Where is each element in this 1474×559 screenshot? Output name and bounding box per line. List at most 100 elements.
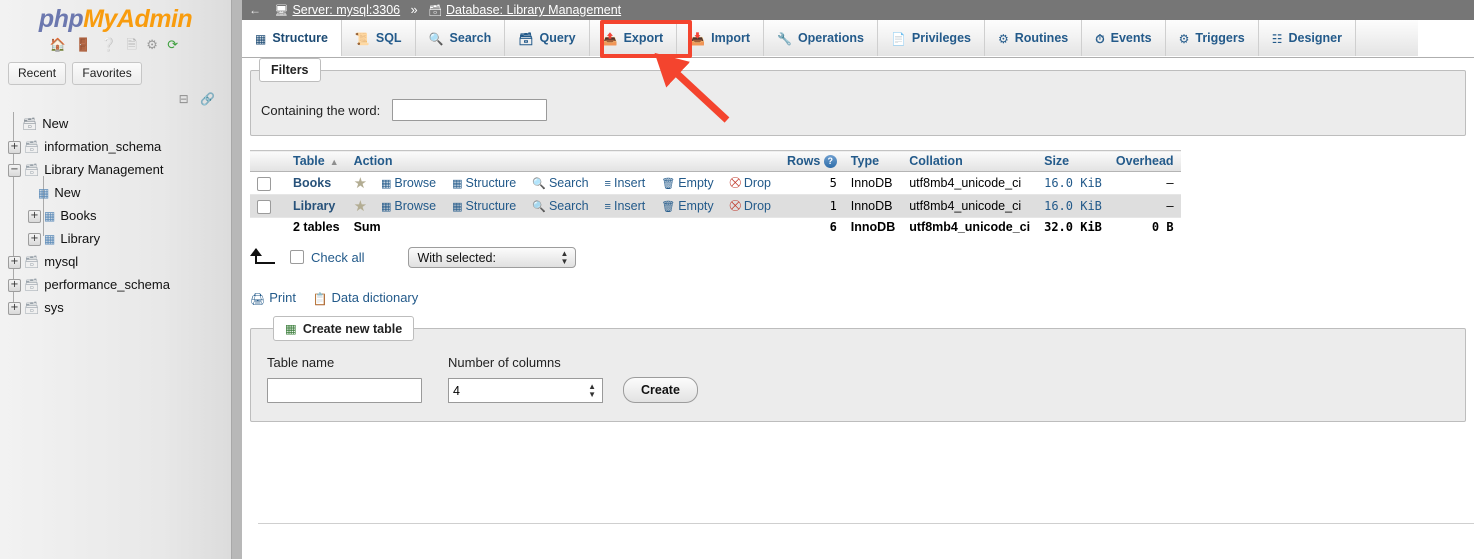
- tab-events[interactable]: ⏱ Events: [1082, 20, 1166, 56]
- action-header-label: Action: [353, 154, 393, 169]
- insert-link[interactable]: ≡ Insert: [605, 199, 646, 213]
- tree-expand-icon[interactable]: +: [28, 210, 41, 224]
- tab-sql[interactable]: 📜 SQL: [341, 20, 416, 56]
- tree-item-library-management[interactable]: − 🗃 Library Management: [8, 158, 228, 181]
- row-drop-cell[interactable]: ⛒ Drop: [722, 194, 780, 219]
- drop-icon: ⛒: [729, 177, 741, 190]
- tab-structure[interactable]: ▦ Structure: [242, 20, 342, 56]
- tab-search[interactable]: 🔍 Search: [415, 20, 506, 56]
- size-header[interactable]: Size: [1037, 149, 1109, 173]
- row-search-cell[interactable]: 🔍 Search: [525, 194, 598, 219]
- row-structure-cell[interactable]: ▦ Structure: [445, 194, 526, 219]
- tab-export[interactable]: 📤 Export: [589, 20, 678, 56]
- browse-link[interactable]: ▦ Browse: [381, 199, 436, 213]
- tree-item-information-schema[interactable]: + 🗃 information_schema: [8, 135, 228, 158]
- tree-expand-icon[interactable]: +: [8, 302, 21, 316]
- browse-link[interactable]: ▦ Browse: [381, 176, 436, 190]
- table-name-header[interactable]: Table ▲: [286, 149, 347, 173]
- row-insert-cell[interactable]: ≡ Insert: [597, 194, 655, 219]
- tree-expand-icon[interactable]: +: [8, 141, 21, 155]
- docs-icon[interactable]: 🗎: [126, 36, 139, 54]
- link-with-main-panel-icon[interactable]: 🔗: [200, 92, 219, 106]
- tree-item-new-table[interactable]: ▦ New: [8, 181, 228, 204]
- collation-header[interactable]: Collation: [902, 149, 1038, 173]
- favorite-star-icon[interactable]: ★: [354, 198, 367, 215]
- logout-icon[interactable]: 🚪: [75, 36, 94, 54]
- with-selected-dropdown[interactable]: With selected: ▲ ▼: [408, 246, 577, 268]
- overhead-header[interactable]: Overhead: [1108, 149, 1181, 173]
- row-checkbox[interactable]: [257, 176, 271, 191]
- table-row[interactable]: Library ★ ▦ Browse ▦ Structure 🔍 Search ≡ In…: [250, 194, 1181, 219]
- breadcrumb-database-link[interactable]: Database: Library Management: [446, 3, 621, 17]
- favorites-tab[interactable]: Favorites: [72, 62, 142, 85]
- empty-link[interactable]: 🗑 Empty: [661, 176, 713, 190]
- row-checkbox[interactable]: [257, 199, 271, 214]
- insert-icon: ≡: [604, 177, 611, 190]
- create-button[interactable]: Create: [623, 376, 698, 403]
- print-link[interactable]: 🖨 Print: [250, 290, 296, 306]
- row-insert-cell[interactable]: ≡ Insert: [597, 171, 655, 196]
- type-header[interactable]: Type: [843, 149, 903, 173]
- insert-link[interactable]: ≡ Insert: [605, 176, 646, 190]
- row-empty-cell[interactable]: 🗑 Empty: [654, 171, 723, 196]
- row-structure-cell[interactable]: ▦ Structure: [445, 171, 526, 196]
- tree-item-new-database[interactable]: 🗃 New: [8, 112, 228, 135]
- favorite-star-icon[interactable]: ★: [354, 175, 367, 192]
- settings-icon[interactable]: ⚙: [146, 36, 161, 54]
- search-link[interactable]: 🔍 Search: [532, 199, 588, 213]
- table-name-input[interactable]: [267, 377, 422, 403]
- drop-link[interactable]: ⛒ Drop: [730, 199, 771, 213]
- row-browse-cell[interactable]: ▦ Browse: [374, 171, 446, 196]
- tree-item-mysql[interactable]: + 🗃 mysql: [8, 250, 228, 273]
- table-header-row: Table ▲ Action Rows ? Type Collation Size…: [250, 149, 1181, 173]
- row-select-cell[interactable]: [250, 194, 286, 219]
- check-all-label[interactable]: Check all: [311, 250, 364, 265]
- empty-link[interactable]: 🗑 Empty: [661, 199, 713, 213]
- tree-expand-icon[interactable]: +: [8, 256, 21, 270]
- recent-tab[interactable]: Recent: [8, 62, 67, 85]
- overhead-header-label: Overhead: [1115, 154, 1174, 169]
- help-icon[interactable]: ❔: [101, 36, 120, 54]
- structure-link[interactable]: ▦ Structure: [452, 199, 516, 213]
- home-icon[interactable]: 🏠: [50, 36, 69, 54]
- row-favorite-cell[interactable]: ★: [346, 171, 375, 196]
- number-of-columns-stepper[interactable]: 4 ▲ ▼: [448, 377, 603, 403]
- tree-expand-icon[interactable]: +: [8, 279, 21, 293]
- rows-header[interactable]: Rows ?: [779, 149, 844, 173]
- tab-routines[interactable]: ⚙ Routines: [984, 20, 1083, 56]
- row-table-name[interactable]: Library: [286, 194, 347, 219]
- tab-designer[interactable]: ☷ Designer: [1258, 20, 1356, 56]
- reload-icon[interactable]: ⟳: [167, 36, 181, 54]
- row-browse-cell[interactable]: ▦ Browse: [374, 194, 446, 219]
- chevron-updown-icon[interactable]: ▲ ▼: [588, 382, 596, 399]
- row-empty-cell[interactable]: 🗑 Empty: [654, 194, 723, 219]
- tree-collapse-icon[interactable]: −: [8, 164, 21, 178]
- row-favorite-cell[interactable]: ★: [346, 194, 375, 219]
- structure-link[interactable]: ▦ Structure: [452, 176, 516, 190]
- breadcrumb-server-link[interactable]: Server: mysql:3306: [292, 3, 400, 17]
- table-row[interactable]: Books ★ ▦ Browse ▦ Structure 🔍 Search ≡ Inse…: [250, 171, 1181, 196]
- back-arrow-icon[interactable]: ←: [249, 0, 261, 20]
- tab-operations[interactable]: 🔧 Operations: [764, 20, 878, 56]
- tree-item-library[interactable]: + ▦ Library: [8, 227, 228, 250]
- search-link[interactable]: 🔍 Search: [532, 176, 588, 190]
- tree-item-performance-schema[interactable]: + 🗃 performance_schema: [8, 273, 228, 296]
- tab-privileges[interactable]: 📄 Privileges: [877, 20, 985, 56]
- tree-item-sys[interactable]: + 🗃 sys: [8, 296, 228, 319]
- collapse-all-icon[interactable]: ⊟: [179, 92, 193, 106]
- drop-link[interactable]: ⛒ Drop: [730, 176, 771, 190]
- phpmyadmin-logo[interactable]: phpMyAdmin: [0, 0, 231, 34]
- tab-import[interactable]: 📥 Import: [677, 20, 764, 56]
- row-select-cell[interactable]: [250, 171, 286, 196]
- tab-query[interactable]: 🗃 Query: [505, 20, 590, 56]
- row-drop-cell[interactable]: ⛒ Drop: [722, 171, 780, 196]
- tree-expand-icon[interactable]: +: [28, 233, 41, 247]
- data-dictionary-link[interactable]: 📋 Data dictionary: [313, 290, 419, 306]
- help-icon[interactable]: ?: [823, 155, 837, 169]
- tree-item-books[interactable]: + ▦ Books: [8, 204, 228, 227]
- row-table-name[interactable]: Books: [286, 171, 347, 196]
- tab-triggers[interactable]: ⚙ Triggers: [1165, 20, 1259, 56]
- row-search-cell[interactable]: 🔍 Search: [525, 171, 598, 196]
- check-all-checkbox[interactable]: [290, 250, 304, 265]
- containing-word-input[interactable]: [392, 99, 548, 121]
